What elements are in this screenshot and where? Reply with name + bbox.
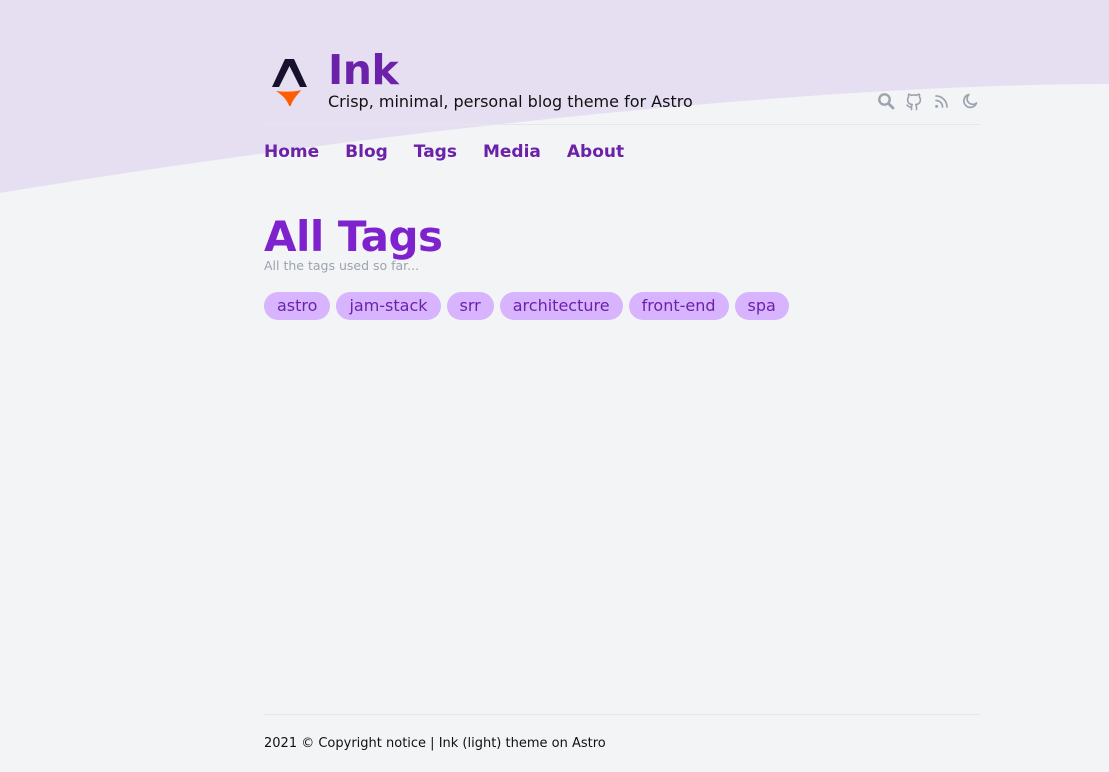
nav-item-blog[interactable]: Blog xyxy=(345,141,388,163)
nav-item-media[interactable]: Media xyxy=(483,141,541,163)
nav-item-about[interactable]: About xyxy=(567,141,624,163)
header-icons xyxy=(868,91,980,111)
tag-architecture[interactable]: architecture xyxy=(499,292,623,320)
tag-spa[interactable]: spa xyxy=(734,292,789,320)
main-nav: Home Blog Tags Media About xyxy=(264,141,624,163)
site-header: Ink Crisp, minimal, personal blog theme … xyxy=(264,46,980,112)
header-divider xyxy=(264,124,980,125)
rss-icon[interactable] xyxy=(932,91,952,111)
tag-jam-stack[interactable]: jam-stack xyxy=(336,292,441,320)
site-tagline: Crisp, minimal, personal blog theme for … xyxy=(328,92,693,111)
tag-astro[interactable]: astro xyxy=(264,292,331,320)
page-title: All Tags xyxy=(264,212,443,261)
footer-copyright: 2021 © Copyright notice | Ink (light) th… xyxy=(264,736,606,751)
nav-item-tags[interactable]: Tags xyxy=(414,141,457,163)
footer-divider xyxy=(264,714,980,715)
tag-srr[interactable]: srr xyxy=(446,292,494,320)
page-subtitle: All the tags used so far... xyxy=(264,258,420,273)
tag-front-end[interactable]: front-end xyxy=(628,292,729,320)
site-title[interactable]: Ink xyxy=(328,46,399,94)
page-container: Ink Crisp, minimal, personal blog theme … xyxy=(264,0,980,772)
nav-item-home[interactable]: Home xyxy=(264,141,319,163)
search-icon[interactable] xyxy=(876,91,896,111)
tag-list: astro jam-stack srr architecture front-e… xyxy=(264,292,789,320)
github-icon[interactable] xyxy=(904,91,924,111)
moon-icon[interactable] xyxy=(960,91,980,111)
astro-logo[interactable] xyxy=(264,54,314,108)
